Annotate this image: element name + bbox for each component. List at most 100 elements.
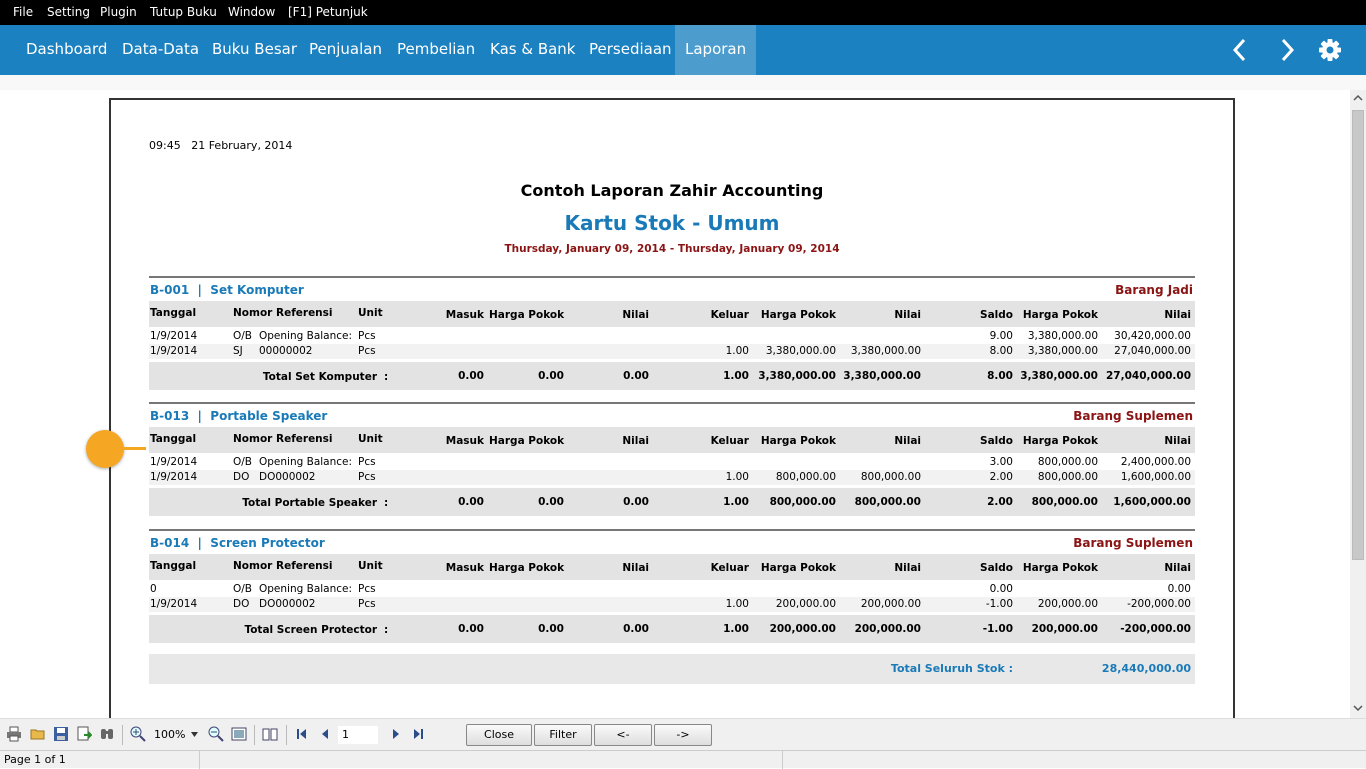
total-nilai3: -200,000.00 — [1120, 623, 1191, 635]
col-header-nilai2: Nilai — [894, 309, 921, 321]
section-category: Barang Suplemen — [1073, 536, 1193, 550]
gear-icon[interactable] — [1315, 33, 1345, 67]
row-tanggal: 1/9/2014 — [150, 598, 198, 610]
vertical-scrollbar[interactable] — [1350, 90, 1366, 718]
total-hp1: 0.00 — [538, 370, 564, 382]
total-hp2: 200,000.00 — [769, 623, 836, 635]
col-header-nilai2: Nilai — [894, 562, 921, 574]
page-status: Page 1 of 1 — [4, 753, 66, 766]
section-title: B-001 | Set Komputer — [150, 283, 304, 297]
company-name: Contoh Laporan Zahir Accounting — [520, 181, 824, 200]
export-icon[interactable] — [76, 726, 92, 742]
menu-petunjuk[interactable]: [F1] Petunjuk — [288, 5, 368, 19]
content-gap — [0, 75, 1366, 90]
menu-setting[interactable]: Setting — [47, 5, 90, 19]
chevron-down-icon[interactable] — [191, 732, 198, 737]
row-referensi: 00000002 — [259, 345, 313, 357]
total-saldo: 2.00 — [987, 496, 1013, 508]
row-unit: Pcs — [358, 330, 376, 342]
section-name: Screen Protector — [210, 536, 325, 550]
section-category: Barang Jadi — [1115, 283, 1193, 297]
zoom-in-icon[interactable] — [130, 726, 146, 742]
total-colon: : — [384, 624, 389, 636]
status-divider — [199, 751, 200, 769]
scroll-down-icon[interactable] — [1353, 704, 1363, 712]
chevron-left-icon[interactable] — [1225, 33, 1255, 67]
chevron-right-icon[interactable] — [1272, 33, 1302, 67]
menu-plugin[interactable]: Plugin — [100, 5, 137, 19]
close-button[interactable]: Close — [466, 724, 532, 746]
total-nilai2: 800,000.00 — [854, 496, 921, 508]
row-hp3: 3,380,000.00 — [1027, 345, 1098, 357]
fit-page-icon[interactable] — [231, 726, 247, 742]
last-page-icon[interactable] — [410, 726, 426, 742]
find-icon[interactable] — [99, 726, 115, 742]
prev-button[interactable]: <- — [594, 724, 652, 746]
row-nilai2: 3,380,000.00 — [850, 345, 921, 357]
col-header-nilai3: Nilai — [1164, 309, 1191, 321]
scrollbar-thumb[interactable] — [1352, 110, 1364, 560]
filter-button[interactable]: Filter — [534, 724, 592, 746]
col-header-nilai1: Nilai — [622, 309, 649, 321]
open-icon[interactable] — [30, 726, 46, 742]
row-tipe: O/B — [233, 583, 253, 595]
row-tanggal: 1/9/2014 — [150, 471, 198, 483]
total-label: Total Portable Speaker — [242, 497, 377, 509]
nav-persediaan[interactable]: Persediaan — [589, 25, 672, 75]
report-datetime: 09:45 21 February, 2014 — [149, 139, 292, 152]
row-tipe: O/B — [233, 456, 253, 468]
menu-tutup-buku[interactable]: Tutup Buku — [150, 5, 217, 19]
row-nilai3: 1,600,000.00 — [1120, 471, 1191, 483]
zoom-value: 100% — [154, 728, 186, 741]
col-header-saldo: Saldo — [980, 435, 1013, 447]
col-header-hp2: Harga Pokok — [760, 435, 836, 447]
scroll-up-icon[interactable] — [1353, 94, 1363, 102]
report-page: 09:45 21 February, 2014 Contoh Laporan Z… — [109, 98, 1235, 718]
print-icon[interactable] — [6, 726, 22, 742]
menu-file[interactable]: File — [13, 5, 33, 19]
nav-penjualan[interactable]: Penjualan — [309, 25, 382, 75]
section-name: Set Komputer — [210, 283, 304, 297]
row-saldo: 3.00 — [989, 456, 1013, 468]
row-unit: Pcs — [358, 345, 376, 357]
nav-pembelian[interactable]: Pembelian — [397, 25, 475, 75]
total-nilai2: 3,380,000.00 — [843, 370, 921, 382]
row-referensi: DO000002 — [259, 598, 316, 610]
nav-laporan[interactable]: Laporan — [675, 25, 757, 75]
col-header-nilai3: Nilai — [1164, 562, 1191, 574]
nav-kas-bank[interactable]: Kas & Bank — [490, 25, 576, 75]
row-keluar: 1.00 — [725, 345, 749, 357]
nav-dashboard[interactable]: Dashboard — [26, 25, 107, 75]
row-saldo: 8.00 — [989, 345, 1013, 357]
total-hp3: 3,380,000.00 — [1020, 370, 1098, 382]
page-number-input[interactable]: 1 — [338, 726, 378, 744]
col-header-hp1: Harga Pokok — [489, 562, 565, 574]
total-nilai3: 27,040,000.00 — [1106, 370, 1192, 382]
next-page-icon[interactable] — [388, 726, 404, 742]
nav-data-data[interactable]: Data-Data — [122, 25, 199, 75]
prev-page-icon[interactable] — [317, 726, 333, 742]
nav-buku-besar[interactable]: Buku Besar — [212, 25, 297, 75]
menu-window[interactable]: Window — [228, 5, 275, 19]
col-header-nomor: Nomor Referensi — [233, 560, 333, 572]
col-header-masuk: Masuk — [445, 562, 484, 574]
row-tanggal: 1/9/2014 — [150, 330, 198, 342]
total-masuk: 0.00 — [458, 370, 484, 382]
section-separator: | — [197, 536, 202, 550]
book-icon[interactable] — [262, 726, 278, 742]
col-header-nilai1: Nilai — [622, 562, 649, 574]
next-button[interactable]: -> — [654, 724, 712, 746]
toolbar-separator — [254, 725, 255, 745]
total-saldo: -1.00 — [982, 623, 1013, 635]
save-icon[interactable] — [53, 726, 69, 742]
zoom-out-icon[interactable] — [208, 726, 224, 742]
zoom-select[interactable]: 100% — [154, 726, 200, 744]
col-header-nomor: Nomor Referensi — [233, 307, 333, 319]
row-tipe: DO — [233, 471, 250, 483]
highlight-marker — [86, 430, 124, 468]
first-page-icon[interactable] — [294, 726, 310, 742]
total-hp3: 200,000.00 — [1031, 623, 1098, 635]
total-nilai1: 0.00 — [623, 623, 649, 635]
row-hp2: 800,000.00 — [775, 471, 836, 483]
total-hp1: 0.00 — [538, 623, 564, 635]
